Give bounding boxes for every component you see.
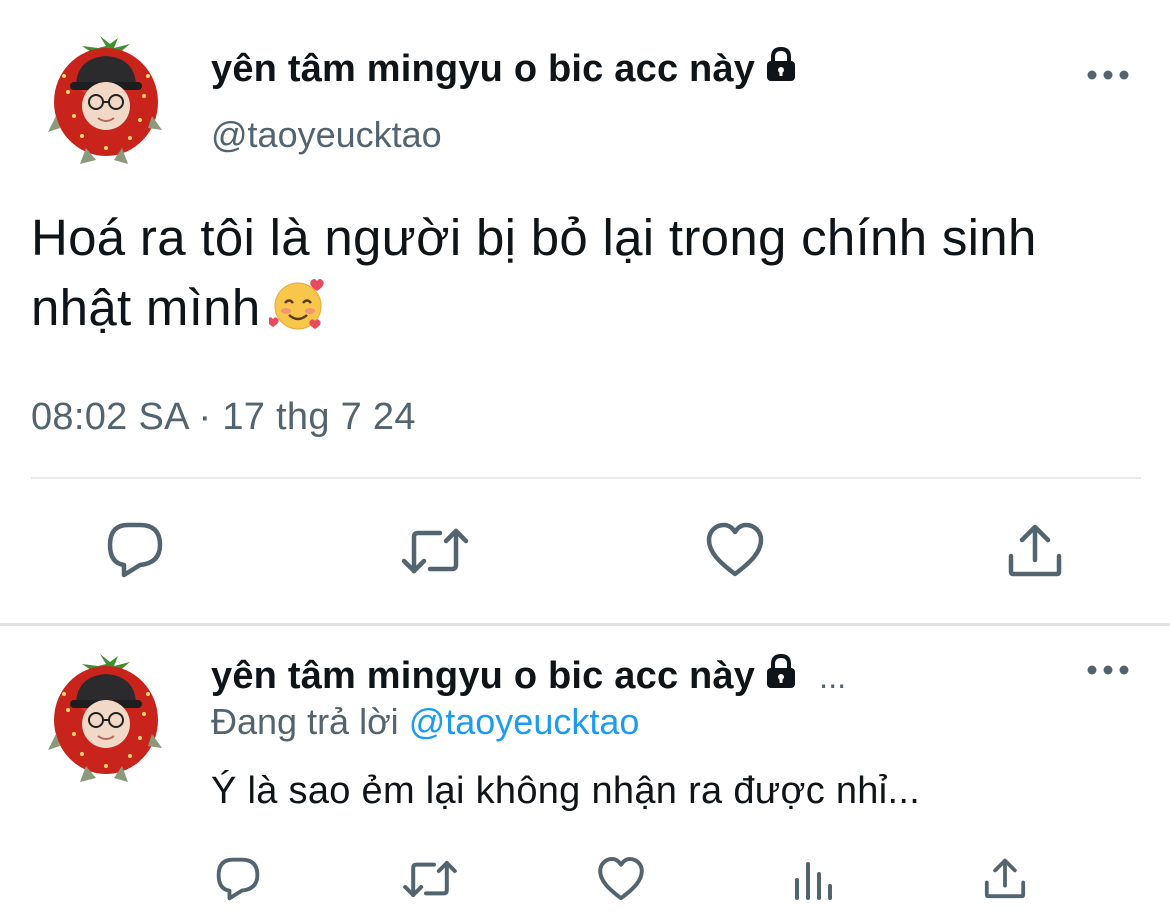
tweet-text-line-1: Hoá ra tôi là người bị bỏ lại trong chín… bbox=[31, 209, 1037, 266]
author-display-name[interactable]: yên tâm mingyu o bic acc này bbox=[211, 45, 801, 91]
like-icon[interactable] bbox=[597, 856, 645, 902]
author-handle[interactable]: @taoyeucktao bbox=[211, 114, 442, 156]
reply-text: Ý là sao ẻm lại không nhận ra được nhỉ..… bbox=[211, 770, 921, 812]
lock-icon bbox=[767, 653, 796, 688]
tweet-text: Hoá ra tôi là người bị bỏ lại trong chín… bbox=[31, 203, 1141, 343]
retweet-icon[interactable] bbox=[400, 525, 470, 577]
avatar[interactable] bbox=[48, 36, 164, 166]
more-options-icon[interactable] bbox=[1086, 660, 1130, 680]
tweet-text-line-2: nhật mình bbox=[31, 279, 261, 336]
display-name-text: yên tâm mingyu o bic acc này bbox=[211, 48, 756, 90]
smiling-face-with-hearts-icon bbox=[268, 279, 324, 330]
display-name-text: yên tâm mingyu o bic acc này bbox=[211, 655, 756, 697]
tweet-timestamp[interactable]: 08:02 SA · 17 thg 7 24 bbox=[31, 396, 416, 439]
replying-prefix: Đang trả lời bbox=[211, 701, 399, 742]
more-options-icon[interactable] bbox=[1086, 65, 1130, 85]
reply-icon[interactable] bbox=[104, 521, 166, 579]
like-icon[interactable] bbox=[705, 522, 765, 578]
share-icon[interactable] bbox=[1006, 522, 1064, 578]
name-truncation: ... bbox=[819, 659, 847, 695]
tweet-text-line-2-wrap: nhật mình bbox=[31, 273, 1141, 343]
replying-to-handle-link[interactable]: @taoyeucktao bbox=[409, 701, 640, 742]
reply-author-display-name[interactable]: yên tâm mingyu o bic acc này ... bbox=[211, 652, 846, 699]
replying-to: Đang trả lời @taoyeucktao bbox=[211, 701, 639, 743]
share-icon[interactable] bbox=[983, 856, 1027, 900]
avatar[interactable] bbox=[48, 654, 164, 784]
views-icon[interactable] bbox=[792, 858, 834, 900]
divider bbox=[31, 477, 1141, 479]
section-separator bbox=[0, 623, 1170, 626]
reply-icon[interactable] bbox=[214, 856, 262, 902]
retweet-icon[interactable] bbox=[402, 858, 458, 900]
lock-icon bbox=[767, 46, 796, 81]
